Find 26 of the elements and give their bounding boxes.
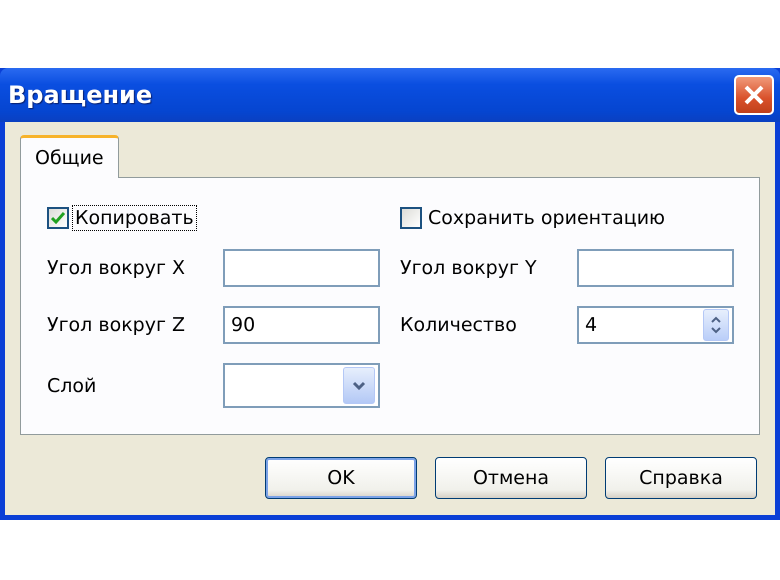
dialog-button[interactable]: OK (265, 457, 417, 499)
tab[interactable]: Общие (20, 135, 119, 178)
spin-field[interactable]: 4 (577, 306, 734, 344)
checkbox[interactable] (47, 207, 69, 229)
dialog-button[interactable]: Отмена (435, 457, 587, 499)
close-button[interactable] (734, 75, 774, 115)
dropdown-button[interactable] (343, 367, 375, 404)
field-label: Угол вокруг Z (47, 314, 186, 336)
close-icon (743, 84, 765, 106)
checkbox-label[interactable]: Копировать (73, 206, 196, 230)
dropdown-field[interactable] (223, 363, 380, 408)
input-field[interactable] (223, 249, 380, 287)
chevron-down-icon (352, 380, 366, 390)
field-label: Угол вокруг Y (400, 257, 538, 279)
field-label: Количество (400, 314, 518, 336)
checkmark-icon (51, 212, 65, 224)
dialog-button[interactable]: Справка (605, 457, 757, 499)
field-label: Угол вокруг X (47, 257, 186, 279)
up-down-arrows-icon (710, 315, 722, 335)
checkbox-label[interactable]: Сохранить ориентацию (426, 206, 668, 230)
spin-buttons[interactable] (703, 309, 729, 341)
window-title: Вращение (8, 81, 152, 109)
input-field[interactable] (577, 249, 734, 287)
field-label: Слой (47, 374, 98, 396)
checkbox[interactable] (400, 207, 422, 229)
input-field[interactable]: 90 (223, 306, 380, 344)
